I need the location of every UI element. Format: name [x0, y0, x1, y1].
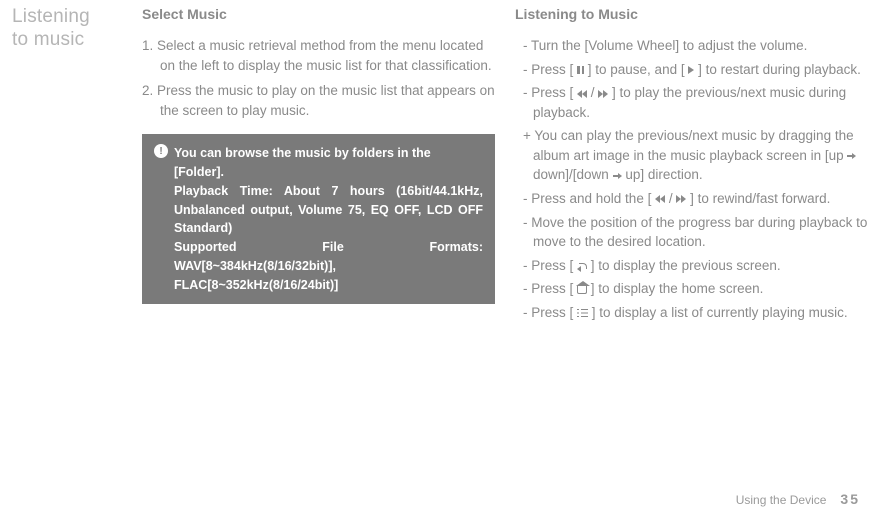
- text-b5b: /: [665, 191, 676, 206]
- text-b5a: - Press and hold the [: [523, 191, 655, 206]
- text-b7a: - Press [: [523, 258, 577, 273]
- bullet-volume: - Turn the [Volume Wheel] to adjust the …: [515, 36, 868, 56]
- text-b4c: up] direction.: [622, 167, 703, 182]
- info-text-2: Playback Time: About 7 hours (16bit/44.1…: [154, 182, 483, 238]
- previous-icon: [577, 90, 587, 98]
- text-b5c: ] to rewind/fast forward.: [686, 191, 830, 206]
- bullet-progress: - Move the position of the progress bar …: [515, 213, 868, 252]
- bullet-prev-next: - Press [ / ] to play the previous/next …: [515, 83, 868, 122]
- text-b9a: - Press [: [523, 305, 577, 320]
- footer-page: 35: [840, 491, 860, 507]
- info-line-1: ! You can browse the music by folders in…: [154, 144, 483, 182]
- column-left: Select Music 1. Select a music retrieval…: [142, 6, 495, 326]
- text-b7b: ] to display the previous screen.: [587, 258, 781, 273]
- text-b2c: ] to restart during playback.: [694, 62, 861, 77]
- text-b3b: /: [587, 85, 598, 100]
- info-box: ! You can browse the music by folders in…: [142, 134, 495, 304]
- info-text-1: You can browse the music by folders in t…: [174, 144, 483, 182]
- side-title-l1: Listening: [12, 6, 90, 27]
- text-b4a: + You can play the previous/next music b…: [523, 128, 854, 163]
- side-title: Listening to music: [12, 6, 122, 326]
- bullet-home: - Press [ ] to display the home screen.: [515, 279, 868, 299]
- pause-icon: [577, 66, 584, 74]
- text-b2a: - Press [: [523, 62, 577, 77]
- step-2: 2. Press the music to play on the music …: [142, 81, 495, 120]
- bullet-rewind-ff: - Press and hold the [ / ] to rewind/fas…: [515, 189, 868, 209]
- footer: Using the Device 35: [736, 491, 860, 507]
- arrow-right-icon: [618, 173, 622, 179]
- text-b4b: down]/[down: [533, 167, 613, 182]
- column-right: Listening to Music - Turn the [Volume Wh…: [515, 6, 868, 326]
- home-icon: [577, 286, 587, 294]
- play-icon: [688, 66, 694, 74]
- heading-listening: Listening to Music: [515, 6, 868, 22]
- fast-forward-icon: [676, 195, 686, 203]
- bullet-back: - Press [ ] to display the previous scre…: [515, 256, 868, 276]
- playlist-icon: [577, 309, 588, 318]
- text-b9b: ] to display a list of currently playing…: [588, 305, 848, 320]
- next-icon: [598, 90, 608, 98]
- info-text-3: Supported File Formats: WAV[8~384kHz(8/1…: [154, 238, 483, 294]
- text-b8a: - Press [: [523, 281, 577, 296]
- page-container: Listening to music Select Music 1. Selec…: [12, 6, 868, 326]
- bullet-pause-play: - Press [ ] to pause, and [ ] to restart…: [515, 60, 868, 80]
- side-title-l2: to music: [12, 29, 84, 50]
- bullet-list: - Press [ ] to display a list of current…: [515, 303, 868, 323]
- back-icon: [577, 262, 587, 271]
- text-b3a: - Press [: [523, 85, 577, 100]
- rewind-icon: [655, 195, 665, 203]
- alert-icon: !: [154, 144, 168, 158]
- text-b8b: ] to display the home screen.: [587, 281, 763, 296]
- arrow-right-icon: [852, 153, 856, 159]
- text-b2b: ] to pause, and [: [584, 62, 688, 77]
- heading-select-music: Select Music: [142, 6, 495, 22]
- step-1: 1. Select a music retrieval method from …: [142, 36, 495, 75]
- bullet-drag: + You can play the previous/next music b…: [515, 126, 868, 185]
- footer-label: Using the Device: [736, 493, 827, 507]
